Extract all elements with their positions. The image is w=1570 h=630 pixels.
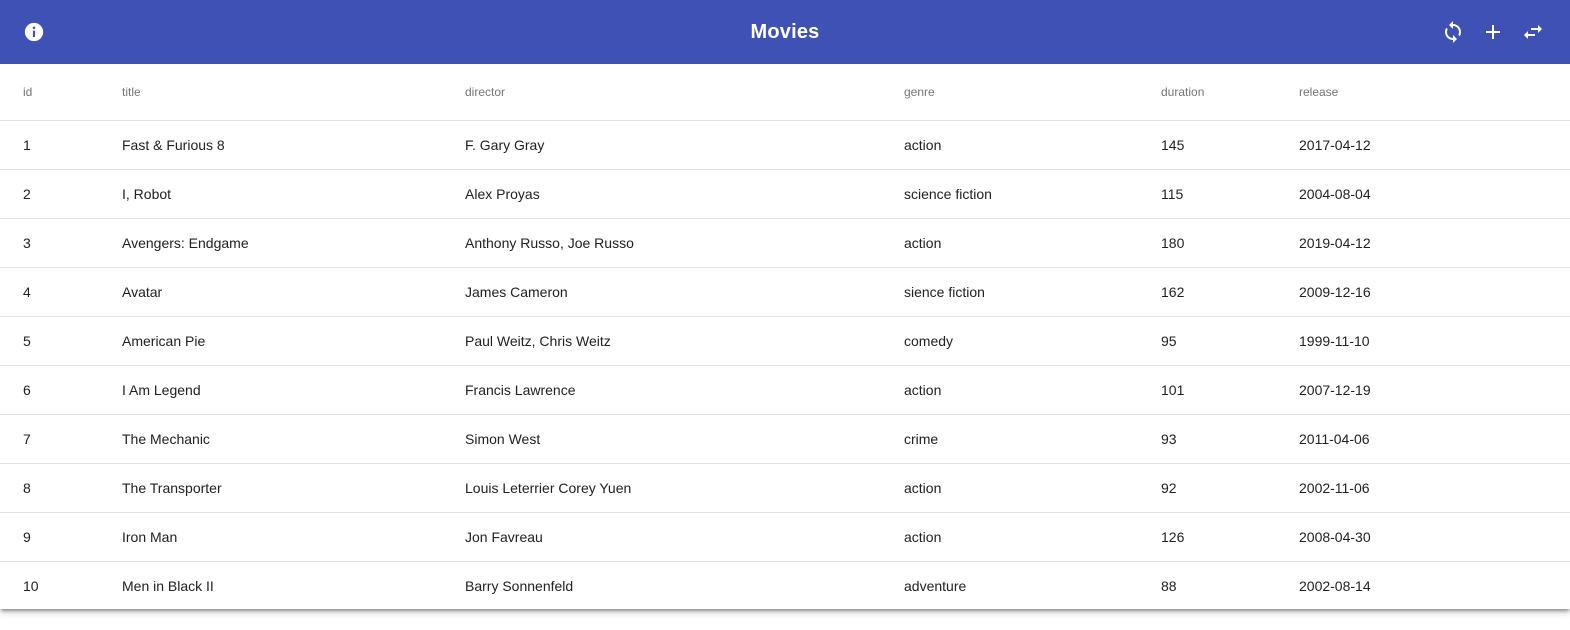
add-button[interactable] <box>1477 16 1509 48</box>
cell-duration: 101 <box>1161 365 1299 415</box>
cell-title: Men in Black II <box>122 577 214 594</box>
table-row[interactable]: 10 Men in Black II Barry Sonnenfeld adve… <box>0 561 1570 610</box>
cell-duration: 95 <box>1161 316 1299 366</box>
cell-genre: crime <box>904 414 1161 464</box>
cell-release: 2002-11-06 <box>1299 463 1570 513</box>
cell-release: 2011-04-06 <box>1299 414 1570 464</box>
cell-id: 5 <box>0 316 122 366</box>
cell-director: Louis Leterrier Corey Yuen <box>465 463 904 513</box>
cell-id: 8 <box>0 463 122 513</box>
cell-duration: 115 <box>1161 169 1299 219</box>
column-header-title[interactable]: title <box>122 64 465 121</box>
cell-genre: action <box>904 218 1161 268</box>
cell-title: Avengers: Endgame <box>122 218 465 268</box>
cell-director: Paul Weitz, Chris Weitz <box>465 316 904 366</box>
table-row[interactable]: 4 Avatar James Cameron sience fiction 16… <box>0 267 1570 317</box>
cell-genre: comedy <box>904 316 1161 366</box>
cell-director: Barry Sonnenfeld <box>465 577 574 594</box>
swap-button[interactable] <box>1517 16 1549 48</box>
cell-duration: 145 <box>1161 120 1299 170</box>
cell-id: 2 <box>0 169 122 219</box>
swap-icon <box>1524 25 1542 39</box>
cell-id: 7 <box>0 414 122 464</box>
cell-genre: science fiction <box>904 169 1161 219</box>
cell-title: Iron Man <box>122 512 465 562</box>
table-row[interactable]: 7 The Mechanic Simon West crime 93 2011-… <box>0 414 1570 464</box>
cell-release: 2004-08-04 <box>1299 169 1570 219</box>
column-header-duration[interactable]: duration <box>1161 64 1299 121</box>
cell-genre: action <box>904 463 1161 513</box>
cell-title: Fast & Furious 8 <box>122 120 465 170</box>
movies-table-card: id title director genre duration release… <box>0 64 1570 609</box>
cell-duration: 92 <box>1161 463 1299 513</box>
table-row[interactable]: 5 American Pie Paul Weitz, Chris Weitz c… <box>0 316 1570 366</box>
cell-title: I Am Legend <box>122 365 465 415</box>
table-row[interactable]: 2 I, Robot Alex Proyas science fiction 1… <box>0 169 1570 219</box>
cell-title: American Pie <box>122 316 465 366</box>
add-icon <box>1486 25 1500 39</box>
column-header-id[interactable]: id <box>0 64 122 121</box>
page-title: Movies <box>750 21 820 43</box>
cell-release: 2008-04-30 <box>1299 512 1570 562</box>
cell-duration: 162 <box>1161 267 1299 317</box>
cell-title: I, Robot <box>122 169 465 219</box>
movies-table: id title director genre duration release… <box>0 64 1570 610</box>
cell-title: Avatar <box>122 267 465 317</box>
cell-duration: 180 <box>1161 218 1299 268</box>
cell-id: 10 <box>23 577 39 594</box>
column-header-release[interactable]: release <box>1299 64 1570 121</box>
cell-release: 2009-12-16 <box>1299 267 1570 317</box>
table-row[interactable]: 1 Fast & Furious 8 F. Gary Gray action 1… <box>0 120 1570 170</box>
cell-genre: sience fiction <box>904 267 1161 317</box>
cell-release: 2019-04-12 <box>1299 218 1570 268</box>
cell-genre: adventure <box>904 577 967 594</box>
table-row[interactable]: 3 Avengers: Endgame Anthony Russo, Joe R… <box>0 218 1570 268</box>
cell-director: Alex Proyas <box>465 169 904 219</box>
cell-duration: 88 <box>1161 577 1177 594</box>
cell-genre: action <box>904 512 1161 562</box>
cell-id: 3 <box>0 218 122 268</box>
column-header-director[interactable]: director <box>465 64 904 121</box>
cell-release: 2002-08-14 <box>1299 577 1371 594</box>
top-toolbar: Movies <box>0 0 1570 64</box>
cell-release: 2017-04-12 <box>1299 120 1570 170</box>
table-row[interactable]: 8 The Transporter Louis Leterrier Corey … <box>0 463 1570 513</box>
table-row[interactable]: 9 Iron Man Jon Favreau action 126 2008-0… <box>0 512 1570 562</box>
cell-genre: action <box>904 365 1161 415</box>
cell-id: 9 <box>0 512 122 562</box>
movies-app: Movies id title director genre duration … <box>0 0 1570 630</box>
table-row[interactable]: 6 I Am Legend Francis Lawrence action 10… <box>0 365 1570 415</box>
refresh-button[interactable] <box>1437 16 1469 48</box>
cell-duration: 93 <box>1161 414 1299 464</box>
cell-director: Simon West <box>465 414 904 464</box>
cell-director: James Cameron <box>465 267 904 317</box>
cell-director: Anthony Russo, Joe Russo <box>465 218 904 268</box>
refresh-icon <box>1445 21 1461 43</box>
cell-release: 1999-11-10 <box>1299 316 1570 366</box>
cell-duration: 126 <box>1161 512 1299 562</box>
cell-title: The Transporter <box>122 463 465 513</box>
column-header-genre[interactable]: genre <box>904 64 1161 121</box>
cell-director: Jon Favreau <box>465 512 904 562</box>
cell-title: The Mechanic <box>122 414 465 464</box>
cell-release: 2007-12-19 <box>1299 365 1570 415</box>
cell-director: Francis Lawrence <box>465 365 904 415</box>
cell-id: 1 <box>0 120 122 170</box>
cell-genre: action <box>904 120 1161 170</box>
cell-id: 6 <box>0 365 122 415</box>
cell-id: 4 <box>0 267 122 317</box>
table-header-row: id title director genre duration release <box>0 64 1570 121</box>
cell-director: F. Gary Gray <box>465 120 904 170</box>
